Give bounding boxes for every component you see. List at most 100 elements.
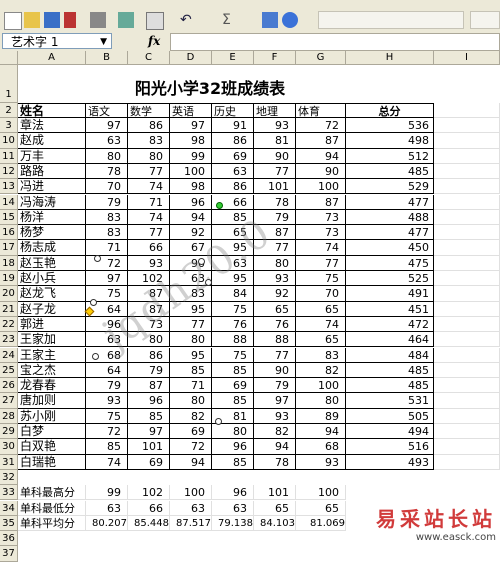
score-cell[interactable]: 93 <box>254 118 296 134</box>
score-cell[interactable]: 69 <box>170 424 212 440</box>
empty-cell[interactable] <box>434 225 500 241</box>
score-cell[interactable]: 72 <box>170 439 212 455</box>
header-cell-pe[interactable]: 体育 <box>296 103 346 118</box>
score-cell[interactable]: 80 <box>128 148 170 164</box>
score-cell[interactable]: 79 <box>86 378 128 394</box>
score-cell[interactable]: 94 <box>296 148 346 164</box>
print-icon[interactable] <box>90 12 106 28</box>
score-cell[interactable]: 83 <box>86 209 128 226</box>
student-name[interactable]: 白双艳 <box>18 439 86 455</box>
student-name[interactable]: 冯海涛 <box>18 194 86 210</box>
score-cell[interactable]: 86 <box>128 118 170 134</box>
student-name[interactable]: 赵子龙 <box>18 301 86 317</box>
header-cell-english[interactable]: 英语 <box>170 103 212 118</box>
score-cell[interactable]: 76 <box>212 316 254 333</box>
empty-cell[interactable] <box>434 209 500 226</box>
score-cell[interactable]: 95 <box>170 347 212 363</box>
empty-cell[interactable] <box>434 301 500 317</box>
student-name[interactable]: 龙春春 <box>18 378 86 394</box>
row-header[interactable]: 29 <box>0 424 18 440</box>
resize-handle-icon[interactable] <box>94 255 101 262</box>
score-cell[interactable]: 85 <box>86 439 128 455</box>
score-cell[interactable]: 74 <box>128 209 170 226</box>
score-cell[interactable]: 74 <box>296 240 346 256</box>
resize-handle-icon[interactable] <box>90 299 97 306</box>
score-cell[interactable]: 100 <box>170 163 212 180</box>
summary-value[interactable]: 99 <box>86 485 128 501</box>
score-cell[interactable]: 74 <box>296 316 346 333</box>
score-cell[interactable]: 80 <box>212 424 254 440</box>
score-cell[interactable]: 75 <box>296 271 346 287</box>
row-header[interactable]: 31 <box>0 454 18 470</box>
row-header[interactable]: 1 <box>0 65 18 103</box>
score-cell[interactable]: 87 <box>296 133 346 149</box>
score-cell[interactable]: 85 <box>212 362 254 379</box>
header-cell-name[interactable]: 姓名 <box>18 103 86 118</box>
score-cell[interactable]: 494 <box>346 424 434 440</box>
empty-cell[interactable] <box>434 255 500 271</box>
score-cell[interactable]: 77 <box>254 163 296 180</box>
score-cell[interactable]: 69 <box>212 148 254 164</box>
new-file-icon[interactable] <box>4 12 22 30</box>
score-cell[interactable]: 85 <box>212 454 254 470</box>
score-cell[interactable]: 88 <box>212 332 254 348</box>
summary-value[interactable]: 100 <box>296 485 346 501</box>
spelling-icon[interactable] <box>118 12 134 28</box>
header-cell-chinese[interactable]: 语文 <box>86 103 128 118</box>
summary-value[interactable]: 102 <box>128 485 170 501</box>
row-header[interactable]: 32 <box>0 469 18 486</box>
score-cell[interactable]: 87 <box>296 194 346 210</box>
student-name[interactable]: 路路 <box>18 163 86 180</box>
score-cell[interactable]: 85 <box>212 393 254 409</box>
score-cell[interactable]: 485 <box>346 378 434 394</box>
row-header[interactable]: 27 <box>0 393 18 409</box>
row-header[interactable]: 25 <box>0 362 18 379</box>
score-cell[interactable]: 93 <box>128 255 170 271</box>
score-cell[interactable]: 93 <box>86 393 128 409</box>
score-cell[interactable]: 73 <box>296 225 346 241</box>
empty-cell[interactable] <box>434 103 500 118</box>
student-name[interactable]: 宝之杰 <box>18 362 86 379</box>
score-cell[interactable]: 98 <box>170 133 212 149</box>
row-header[interactable]: 21 <box>0 301 18 317</box>
font-size-box[interactable] <box>470 11 500 29</box>
score-cell[interactable]: 86 <box>212 133 254 149</box>
score-cell[interactable]: 531 <box>346 393 434 409</box>
score-cell[interactable]: 89 <box>296 408 346 424</box>
summary-value[interactable]: 79.138 <box>212 515 254 532</box>
score-cell[interactable]: 90 <box>296 163 346 180</box>
score-cell[interactable]: 88 <box>254 332 296 348</box>
score-cell[interactable]: 92 <box>254 286 296 302</box>
column-header-a[interactable]: A <box>18 51 86 65</box>
summary-value[interactable]: 84.103 <box>254 515 296 532</box>
score-cell[interactable]: 477 <box>346 225 434 241</box>
row-header[interactable]: 16 <box>0 225 18 241</box>
row-header[interactable]: 33 <box>0 485 18 501</box>
column-header-b[interactable]: B <box>86 51 128 65</box>
score-cell[interactable]: 72 <box>86 424 128 440</box>
empty-cell[interactable] <box>434 194 500 210</box>
score-cell[interactable]: 484 <box>346 347 434 363</box>
score-cell[interactable]: 74 <box>128 179 170 195</box>
score-cell[interactable]: 83 <box>296 347 346 363</box>
empty-cell[interactable] <box>434 271 500 287</box>
score-cell[interactable]: 86 <box>212 179 254 195</box>
score-cell[interactable]: 525 <box>346 271 434 287</box>
score-cell[interactable]: 475 <box>346 255 434 271</box>
score-cell[interactable]: 97 <box>86 118 128 134</box>
score-cell[interactable]: 97 <box>86 271 128 287</box>
score-cell[interactable]: 71 <box>128 194 170 210</box>
score-cell[interactable]: 97 <box>170 118 212 134</box>
score-cell[interactable]: 82 <box>170 408 212 424</box>
select-all-corner[interactable] <box>0 51 18 65</box>
score-cell[interactable]: 79 <box>86 194 128 210</box>
score-cell[interactable]: 94 <box>170 209 212 226</box>
score-cell[interactable]: 63 <box>212 163 254 180</box>
score-cell[interactable]: 505 <box>346 408 434 424</box>
summary-label[interactable]: 单科平均分 <box>18 515 86 532</box>
summary-label[interactable]: 单科最高分 <box>18 485 86 501</box>
score-cell[interactable]: 77 <box>128 225 170 241</box>
row-header[interactable]: 17 <box>0 240 18 256</box>
score-cell[interactable]: 82 <box>296 362 346 379</box>
column-header-e[interactable]: E <box>212 51 254 65</box>
